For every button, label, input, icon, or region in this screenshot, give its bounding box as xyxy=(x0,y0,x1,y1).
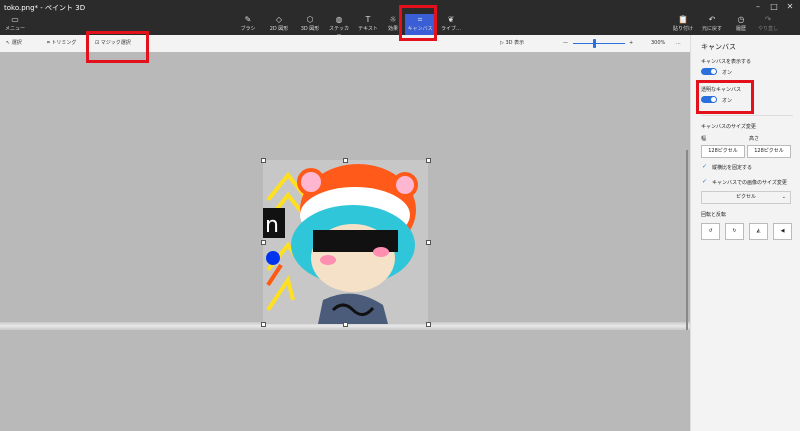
zoom-slider[interactable] xyxy=(573,43,625,44)
cursor-icon: ↖ xyxy=(6,40,11,46)
vertical-scrollbar[interactable] xyxy=(686,150,688,330)
zoom-slider-thumb[interactable] xyxy=(593,39,596,48)
resize-image-label: キャンバスでの画像のサイズ変更 xyxy=(712,180,787,186)
show-canvas-toggle[interactable] xyxy=(701,68,717,75)
resize-label: キャンバスのサイズ変更 xyxy=(701,124,756,130)
flip-horizontal-icon: ◭ xyxy=(756,228,761,234)
undo-icon: ↶ xyxy=(708,15,716,24)
history-button[interactable]: ◷ 履歴 xyxy=(729,14,753,35)
crop-button[interactable]: ⌗ トリミング xyxy=(47,39,76,48)
maximize-button[interactable]: □ xyxy=(768,2,780,12)
resize-handle[interactable] xyxy=(261,240,266,245)
history-icon: ◷ xyxy=(737,15,745,24)
toolbar-label: 履歴 xyxy=(735,26,746,32)
view-3d-label: 3D 表示 xyxy=(505,40,525,46)
width-label: 幅 xyxy=(701,136,707,142)
paste-button[interactable]: 📋 貼り付け xyxy=(671,14,695,35)
menu-label: メニュー xyxy=(4,26,25,32)
shape-3d-icon: ⬡ xyxy=(306,15,314,24)
panel-title: キャンバス xyxy=(701,43,736,51)
rotate-right-icon: ↻ xyxy=(732,228,737,234)
resize-handle[interactable] xyxy=(261,158,266,163)
lock-aspect-checkbox[interactable]: ✓ xyxy=(702,163,707,170)
sticker-icon: ◍ xyxy=(335,15,343,24)
chevron-down-icon: ⌄ xyxy=(781,194,786,200)
minimize-button[interactable]: – xyxy=(752,2,764,12)
flip-horizontal-button[interactable]: ◭ xyxy=(749,223,768,240)
tool-label: 2D 図形 xyxy=(269,26,289,32)
library-icon: ❦ xyxy=(447,15,455,24)
rotate-flip-label: 回転と反転 xyxy=(701,212,727,218)
lock-aspect-label: 縦横比を固定する xyxy=(712,165,753,171)
flip-vertical-icon: ◀ xyxy=(780,228,785,234)
zoom-level: 300% xyxy=(651,40,666,46)
show-canvas-label: キャンバスを表示する xyxy=(701,59,752,65)
height-label: 高さ xyxy=(749,136,760,142)
resize-handle[interactable] xyxy=(261,322,266,327)
menu-button[interactable]: ▭ メニュー xyxy=(4,14,26,35)
canvas-artwork: n xyxy=(263,164,418,324)
highlight-transparent-canvas xyxy=(696,80,754,114)
brush-icon: ✎ xyxy=(244,15,252,24)
tool-label: 3D 図形 xyxy=(300,26,320,32)
resize-image-checkbox[interactable]: ✓ xyxy=(702,178,707,185)
crop-icon: ⌗ xyxy=(47,40,50,46)
zoom-in-button[interactable]: + xyxy=(629,39,633,48)
resize-handle[interactable] xyxy=(343,158,348,163)
resize-handle[interactable] xyxy=(426,158,431,163)
tool-library[interactable]: ❦ ライブ… xyxy=(440,14,462,35)
toolbar-label: やり直し xyxy=(757,26,778,32)
view-3d-icon: ▷ xyxy=(500,40,504,46)
view-3d-button[interactable]: ▷ 3D 表示 xyxy=(500,39,524,48)
unit-value: ピクセル xyxy=(735,194,756,200)
resize-handle[interactable] xyxy=(343,322,348,327)
height-input[interactable]: 128ピクセル xyxy=(747,145,791,158)
rotate-left-button[interactable]: ↺ xyxy=(701,223,720,240)
tool-label: ブラシ xyxy=(240,26,256,32)
text-icon: T xyxy=(365,15,371,24)
toolbar-label: 元に戻す xyxy=(701,26,722,32)
tool-shape-3d[interactable]: ⬡ 3D 図形 xyxy=(297,14,323,35)
toolbar-label: 貼り付け xyxy=(672,26,693,32)
select-label: 選択 xyxy=(11,40,22,46)
width-input[interactable]: 128ピクセル xyxy=(701,145,745,158)
drawing-canvas[interactable]: n xyxy=(263,160,428,324)
select-button[interactable]: ↖ 選択 xyxy=(6,39,22,48)
close-button[interactable]: ✕ xyxy=(784,2,796,12)
shape-2d-icon: ◇ xyxy=(275,15,283,24)
highlight-canvas-tool xyxy=(399,5,437,41)
unit-dropdown[interactable]: ピクセル ⌄ xyxy=(701,191,791,204)
flip-vertical-button[interactable]: ◀ xyxy=(773,223,792,240)
window-title: toko.png* - ペイント 3D xyxy=(4,4,86,12)
crop-label: トリミング xyxy=(51,40,77,46)
tool-shape-2d[interactable]: ◇ 2D 図形 xyxy=(266,14,292,35)
paste-icon: 📋 xyxy=(678,15,688,24)
tool-brush[interactable]: ✎ ブラシ xyxy=(236,14,260,35)
menu-icon: ▭ xyxy=(11,15,19,24)
tool-label: 効果 xyxy=(387,26,398,32)
resize-handle[interactable] xyxy=(426,322,431,327)
tool-label: ライブ… xyxy=(440,26,461,32)
show-canvas-state: オン xyxy=(722,70,733,76)
redo-icon: ↷ xyxy=(764,15,772,24)
divider xyxy=(701,115,793,116)
tool-text[interactable]: T テキスト xyxy=(357,14,379,35)
more-button[interactable]: ... xyxy=(676,39,681,48)
tool-sticker[interactable]: ◍ステッカー xyxy=(327,14,351,39)
redo-button[interactable]: ↷ やり直し xyxy=(756,14,780,35)
highlight-magic-select xyxy=(86,31,149,63)
rotate-right-button[interactable]: ↻ xyxy=(725,223,744,240)
rotate-left-icon: ↺ xyxy=(708,228,713,234)
undo-button[interactable]: ↶ 元に戻す xyxy=(700,14,724,35)
resize-handle[interactable] xyxy=(426,240,431,245)
tool-label: テキスト xyxy=(358,26,378,32)
zoom-out-button[interactable]: — xyxy=(563,39,568,48)
svg-text:n: n xyxy=(265,213,279,238)
